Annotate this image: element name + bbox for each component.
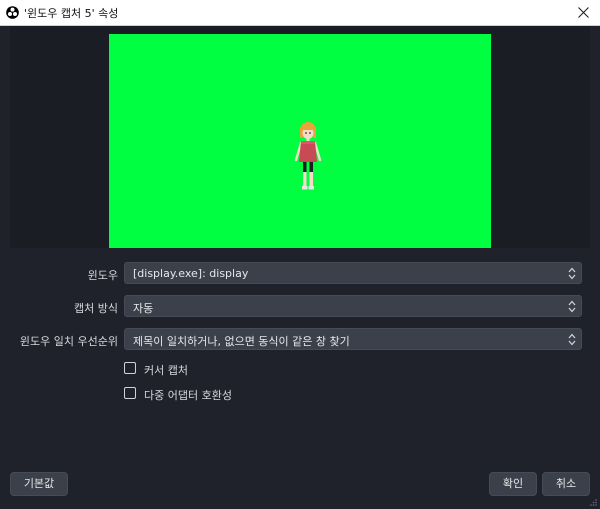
close-icon (578, 7, 589, 18)
cancel-button[interactable]: 취소 (542, 472, 590, 496)
resize-grip-icon[interactable] (589, 498, 598, 507)
capture-method-label: 캡처 방식 (74, 302, 118, 315)
window-select-value: [display.exe]: display (133, 267, 249, 280)
cursor-capture-option[interactable]: 커서 캡처 (124, 362, 244, 378)
updown-arrows-icon (568, 333, 576, 346)
priority-label: 윈도우 일치 우선순위 (19, 335, 118, 348)
window-title: '윈도우 캡처 5' 속성 (24, 7, 119, 20)
updown-arrows-icon (568, 267, 576, 280)
obs-logo-icon (6, 6, 19, 19)
ok-button[interactable]: 확인 (489, 472, 537, 496)
window-select[interactable]: [display.exe]: display (124, 262, 582, 284)
capture-method-row: 캡처 방식 자동 (0, 295, 600, 319)
capture-method-select[interactable]: 자동 (124, 295, 582, 317)
cursor-capture-label: 커서 캡처 (144, 364, 188, 377)
multi-adapter-option[interactable]: 다중 어댑터 호환성 (124, 387, 264, 403)
defaults-button[interactable]: 기본값 (10, 472, 68, 496)
character-image (294, 122, 322, 190)
close-button[interactable] (566, 0, 600, 25)
updown-arrows-icon (568, 300, 576, 313)
priority-select[interactable]: 제목이 일치하거나, 없으면 동식이 같은 창 찾기 (124, 328, 582, 350)
title-bar: '윈도우 캡처 5' 속성 (0, 0, 600, 26)
priority-row: 윈도우 일치 우선순위 제목이 일치하거나, 없으면 동식이 같은 창 찾기 (0, 328, 600, 352)
multi-adapter-label: 다중 어댑터 호환성 (144, 389, 232, 402)
preview-canvas (109, 34, 491, 248)
capture-method-value: 자동 (133, 302, 154, 315)
cursor-capture-checkbox[interactable] (124, 362, 136, 374)
window-row: 윈도우 [display.exe]: display (0, 262, 600, 286)
multi-adapter-checkbox[interactable] (124, 387, 136, 399)
preview-area (10, 26, 590, 248)
priority-value: 제목이 일치하거나, 없으면 동식이 같은 창 찾기 (133, 335, 350, 348)
window-label: 윈도우 (87, 269, 118, 282)
